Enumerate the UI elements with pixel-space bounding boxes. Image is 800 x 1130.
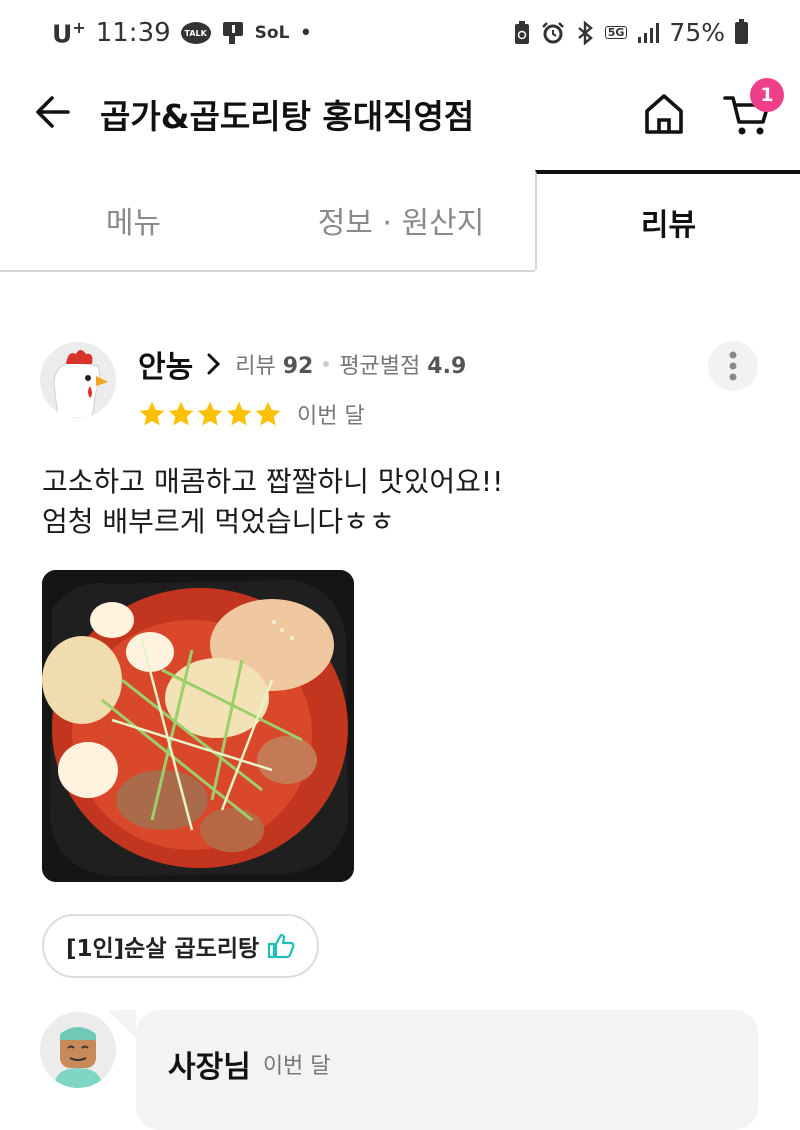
status-bar: U+ 11:39 TALK SoL • 5G 75%	[0, 0, 800, 70]
app-header: 곱가&곱도리탕 홍대직영점	[0, 72, 800, 154]
store-title: 곱가&곱도리탕 홍대직영점	[100, 97, 475, 136]
reviewer-name[interactable]: 안농	[138, 342, 193, 386]
rating-stars: 이번 달	[138, 398, 365, 430]
owner-character-icon	[40, 1012, 116, 1088]
chicken-avatar-icon	[40, 342, 116, 418]
more-options-button[interactable]	[708, 341, 758, 391]
tab-menu[interactable]: 메뉴	[0, 170, 267, 272]
review-photo[interactable]	[42, 570, 354, 882]
kebab-menu-icon	[729, 351, 737, 381]
tab-review[interactable]: 리뷰	[535, 170, 800, 270]
owner-name: 사장님	[168, 1050, 251, 1085]
review-date: 이번 달	[297, 404, 365, 429]
review-text: 고소하고 매콤하고 짭짤하니 맛있어요!! 엄청 배부르게 먹었습니다ㅎㅎ	[42, 462, 503, 542]
battery-saver-icon	[513, 20, 531, 45]
sol-icon: SoL	[254, 23, 290, 44]
star-icon	[197, 401, 223, 426]
review-text-line: 고소하고 매콤하고 짭짤하니 맛있어요!!	[42, 465, 504, 498]
reviewer-review-count: 리뷰 92	[235, 354, 314, 379]
reviewer-info[interactable]: 안농 리뷰 92 평균별점 4.9	[138, 342, 466, 386]
signal-icon	[637, 22, 660, 44]
review-text-line: 엄청 배부르게 먹었습니다ㅎㅎ	[42, 505, 395, 538]
bluetooth-icon	[575, 20, 595, 45]
ordered-menu-label: [1인]순살 곱도리탕	[66, 936, 260, 962]
battery-icon	[735, 18, 748, 44]
owner-avatar	[40, 1012, 116, 1088]
thumbs-up-icon	[268, 933, 295, 959]
network-5g-icon: 5G	[604, 26, 628, 39]
kakaotalk-icon: TALK	[180, 22, 211, 45]
owner-reply-header: 사장님 이번 달	[168, 1042, 331, 1086]
more-notifications-icon: •	[299, 20, 313, 46]
food-photo	[42, 570, 354, 882]
star-icon	[226, 401, 252, 426]
cart-count-badge: 1	[750, 78, 784, 112]
star-icon	[139, 401, 165, 426]
star-icon	[168, 401, 194, 426]
tab-bar: 메뉴 정보 · 원산지 리뷰	[0, 170, 800, 272]
alarm-icon	[541, 21, 565, 45]
meta-separator	[323, 361, 330, 367]
home-icon[interactable]	[643, 92, 685, 136]
tab-info-origin[interactable]: 정보 · 원산지	[267, 170, 535, 272]
reviewer-avg-rating: 평균별점 4.9	[339, 354, 467, 379]
reviewer-avatar	[40, 342, 116, 418]
owner-reply-date: 이번 달	[262, 1054, 331, 1079]
ordered-menu-tag[interactable]: [1인]순살 곱도리탕	[42, 914, 320, 978]
carrier-label: U+	[52, 18, 86, 49]
back-arrow-icon[interactable]	[34, 92, 74, 132]
battery-percent: 75%	[669, 18, 725, 47]
clock: 11:39	[95, 18, 171, 49]
notification-icon	[221, 20, 245, 46]
chevron-right-icon	[207, 353, 221, 375]
star-icon	[255, 401, 281, 426]
